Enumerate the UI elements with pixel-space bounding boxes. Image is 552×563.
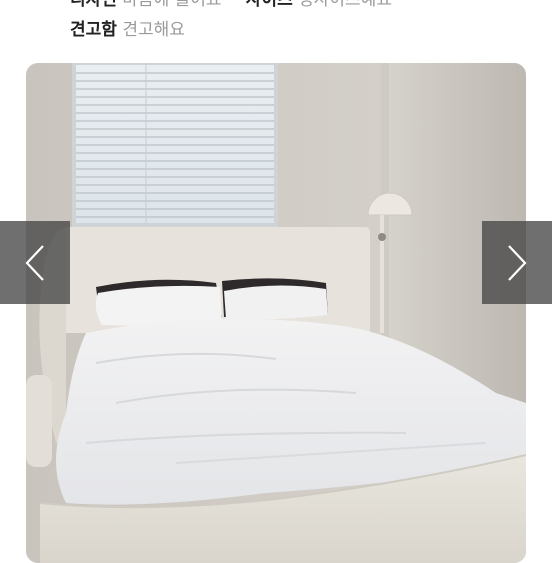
tag-key-design: 디자인 xyxy=(70,0,117,10)
chevron-left-icon xyxy=(25,244,44,281)
tag-separator: · xyxy=(230,0,237,10)
review-tags-row-2: 견고함 견고해요 xyxy=(70,18,185,42)
tag-value-sturdiness: 견고해요 xyxy=(122,20,185,40)
tag-key-sturdiness: 견고함 xyxy=(70,20,117,40)
tag-value-design: 마음에 들어요 xyxy=(122,0,222,10)
bedroom-bed-photo xyxy=(26,63,526,563)
review-tags-row-1: 디자인 마음에 들어요 · 사이즈 정사이즈예요 · xyxy=(70,0,411,12)
tag-separator: · xyxy=(401,0,407,10)
carousel-next-button[interactable] xyxy=(482,221,552,304)
carousel-prev-button[interactable] xyxy=(0,221,70,304)
review-photo[interactable] xyxy=(26,63,526,563)
chevron-right-icon xyxy=(508,244,527,281)
tag-value-size: 정사이즈예요 xyxy=(298,0,392,10)
tag-key-size: 사이즈 xyxy=(245,0,293,10)
